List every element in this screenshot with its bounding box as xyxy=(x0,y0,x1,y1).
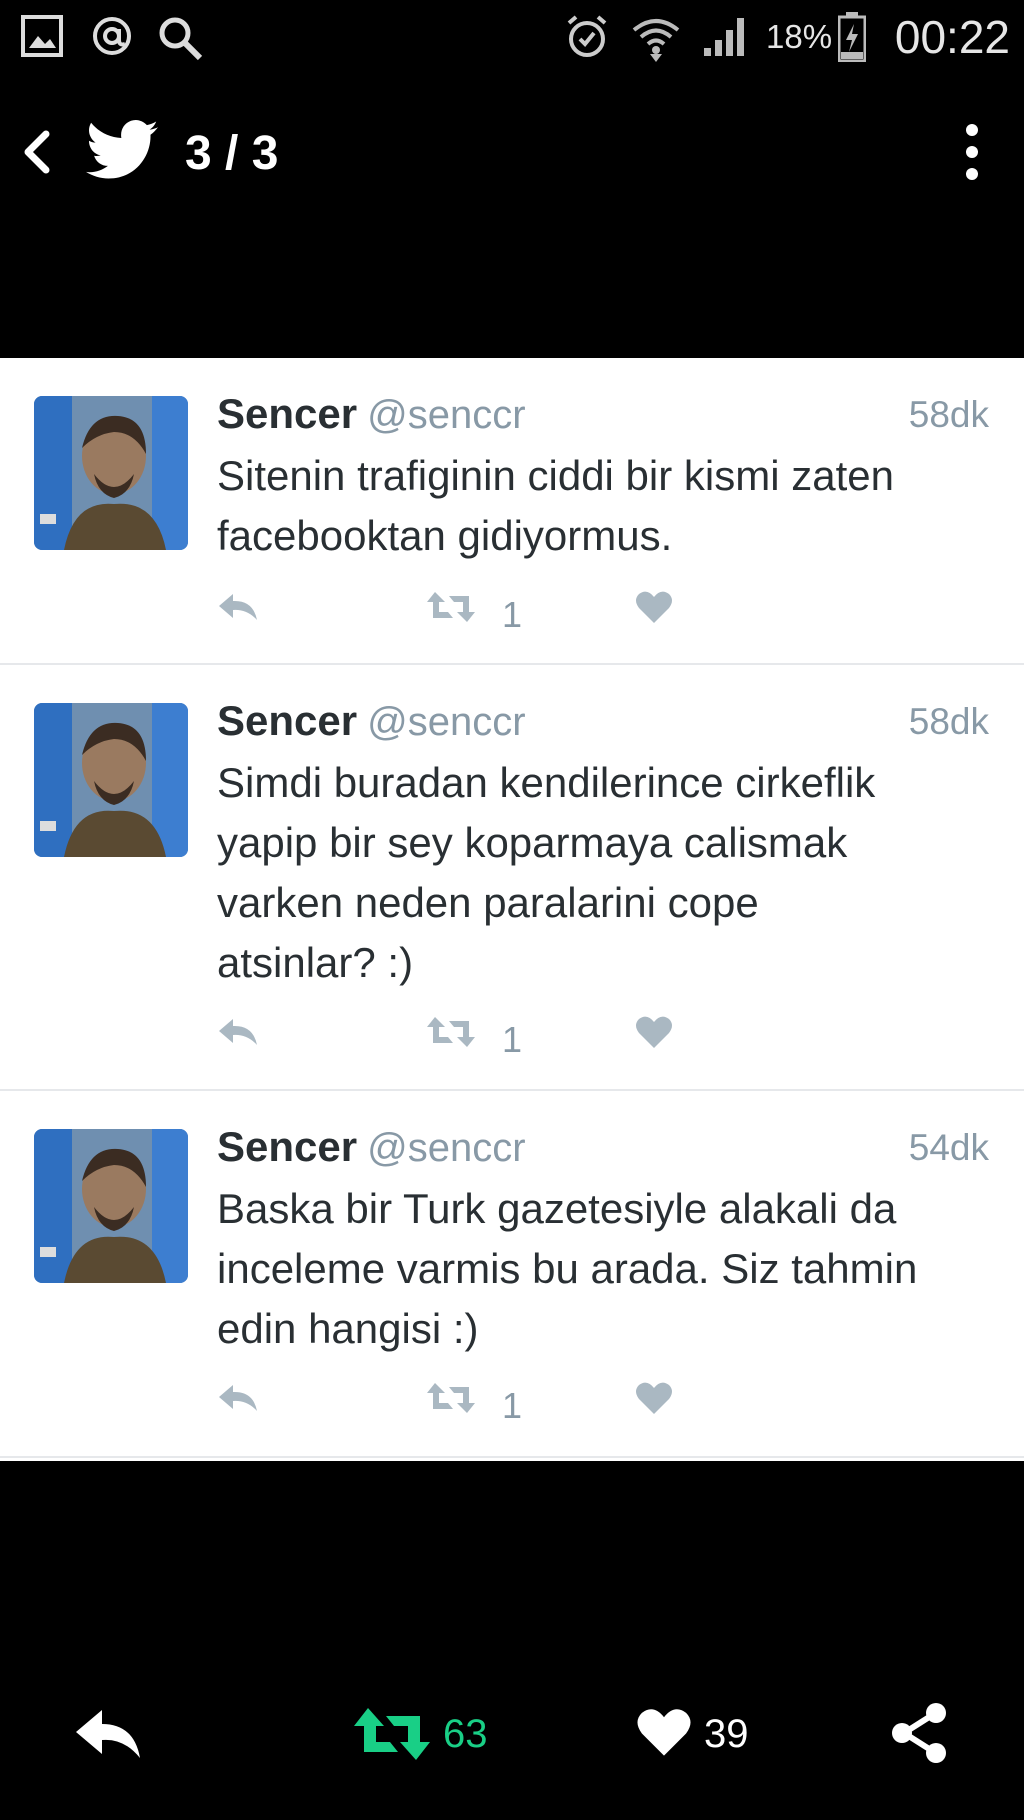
retweet-count: 1 xyxy=(502,1019,523,1060)
tweet-text-line: varken neden paralarini cope xyxy=(217,879,759,926)
avatar[interactable] xyxy=(34,1129,188,1283)
search-icon xyxy=(156,14,204,67)
heart-icon[interactable] xyxy=(635,1381,673,1420)
tweet-text-line: Sitenin trafiginin ciddi bir kismi zaten xyxy=(217,452,894,499)
signal-icon xyxy=(702,14,750,63)
tweet-text-line: atsinlar? :) xyxy=(217,939,414,986)
tweet-list: Sencer @senccr 58dk Sitenin trafiginin ci… xyxy=(0,358,1024,1461)
heart-icon[interactable] xyxy=(636,1706,692,1763)
tweet-time: 58dk xyxy=(908,394,989,435)
tweet-item[interactable]: Sencer @senccr 54dk Baska bir Turk gazete… xyxy=(0,1091,1024,1458)
tweet-time: 58dk xyxy=(908,701,989,742)
tweet-text-line: yapip bir sey koparmaya calismak xyxy=(217,819,848,866)
like-count: 39 xyxy=(704,1712,749,1756)
author-handle[interactable]: @senccr xyxy=(367,1126,525,1170)
toolbar: 3 / 3 xyxy=(0,100,1024,204)
tweet-text: Baska bir Turk gazetesiyle alakali da in… xyxy=(217,1179,997,1359)
gallery-icon xyxy=(20,14,64,63)
tweet-actions: 1 xyxy=(217,1015,717,1065)
retweet-count: 1 xyxy=(502,1385,523,1426)
tweet-header: Sencer @senccr 58dk xyxy=(217,390,997,446)
avatar[interactable] xyxy=(34,703,188,857)
status-bar: 18% 00:22 xyxy=(0,0,1024,76)
at-icon xyxy=(90,14,134,63)
author-handle[interactable]: @senccr xyxy=(367,700,525,744)
author-name[interactable]: Sencer xyxy=(217,1123,357,1170)
battery-icon xyxy=(837,12,867,67)
retweet-icon[interactable] xyxy=(425,590,477,629)
heart-icon[interactable] xyxy=(635,590,673,629)
tweet-item[interactable]: Sencer @senccr 58dk Sitenin trafiginin ci… xyxy=(0,358,1024,665)
bottom-action-bar: 63 39 xyxy=(0,1700,1024,1810)
retweet-icon[interactable] xyxy=(352,1706,432,1767)
reply-icon[interactable] xyxy=(74,1706,144,1767)
retweet-count: 63 xyxy=(443,1712,488,1756)
share-icon[interactable] xyxy=(890,1702,950,1769)
tweet-header: Sencer @senccr 58dk xyxy=(217,697,997,753)
tweet-counter: 3 / 3 xyxy=(185,127,279,180)
tweet-time: 54dk xyxy=(908,1127,989,1168)
author-name[interactable]: Sencer xyxy=(217,390,357,437)
tweet-text-line: edin hangisi :) xyxy=(217,1305,479,1352)
overflow-menu-icon[interactable] xyxy=(960,120,984,189)
author-handle[interactable]: @senccr xyxy=(367,393,525,437)
clock: 00:22 xyxy=(894,11,1010,63)
tweet-text-line: facebooktan gidiyormus. xyxy=(217,512,673,559)
tweet-text-line: Simdi buradan kendilerince cirkeflik xyxy=(217,759,876,806)
tweet-text: Simdi buradan kendilerince cirkeflik yap… xyxy=(217,753,997,993)
retweet-icon[interactable] xyxy=(425,1381,477,1420)
reply-icon[interactable] xyxy=(217,1015,259,1054)
tweet-text-line: inceleme varmis bu arada. Siz tahmin xyxy=(217,1245,918,1292)
tweet-actions: 1 xyxy=(217,590,717,640)
battery-percentage: 18% xyxy=(766,18,833,55)
tweet-actions: 1 xyxy=(217,1381,717,1431)
retweet-icon[interactable] xyxy=(425,1015,477,1054)
alarm-icon xyxy=(564,14,610,65)
wifi-icon xyxy=(630,14,682,69)
twitter-bird-icon xyxy=(86,120,158,185)
reply-icon[interactable] xyxy=(217,1381,259,1420)
retweet-count: 1 xyxy=(502,594,523,635)
tweet-header: Sencer @senccr 54dk xyxy=(217,1123,997,1179)
tweet-text-line: Baska bir Turk gazetesiyle alakali da xyxy=(217,1185,897,1232)
author-name[interactable]: Sencer xyxy=(217,697,357,744)
avatar[interactable] xyxy=(34,396,188,550)
tweet-text: Sitenin trafiginin ciddi bir kismi zaten… xyxy=(217,446,997,566)
reply-icon[interactable] xyxy=(217,590,259,629)
heart-icon[interactable] xyxy=(635,1015,673,1054)
chevron-left-icon[interactable] xyxy=(18,128,54,181)
tweet-item[interactable]: Sencer @senccr 58dk Simdi buradan kendile… xyxy=(0,665,1024,1091)
